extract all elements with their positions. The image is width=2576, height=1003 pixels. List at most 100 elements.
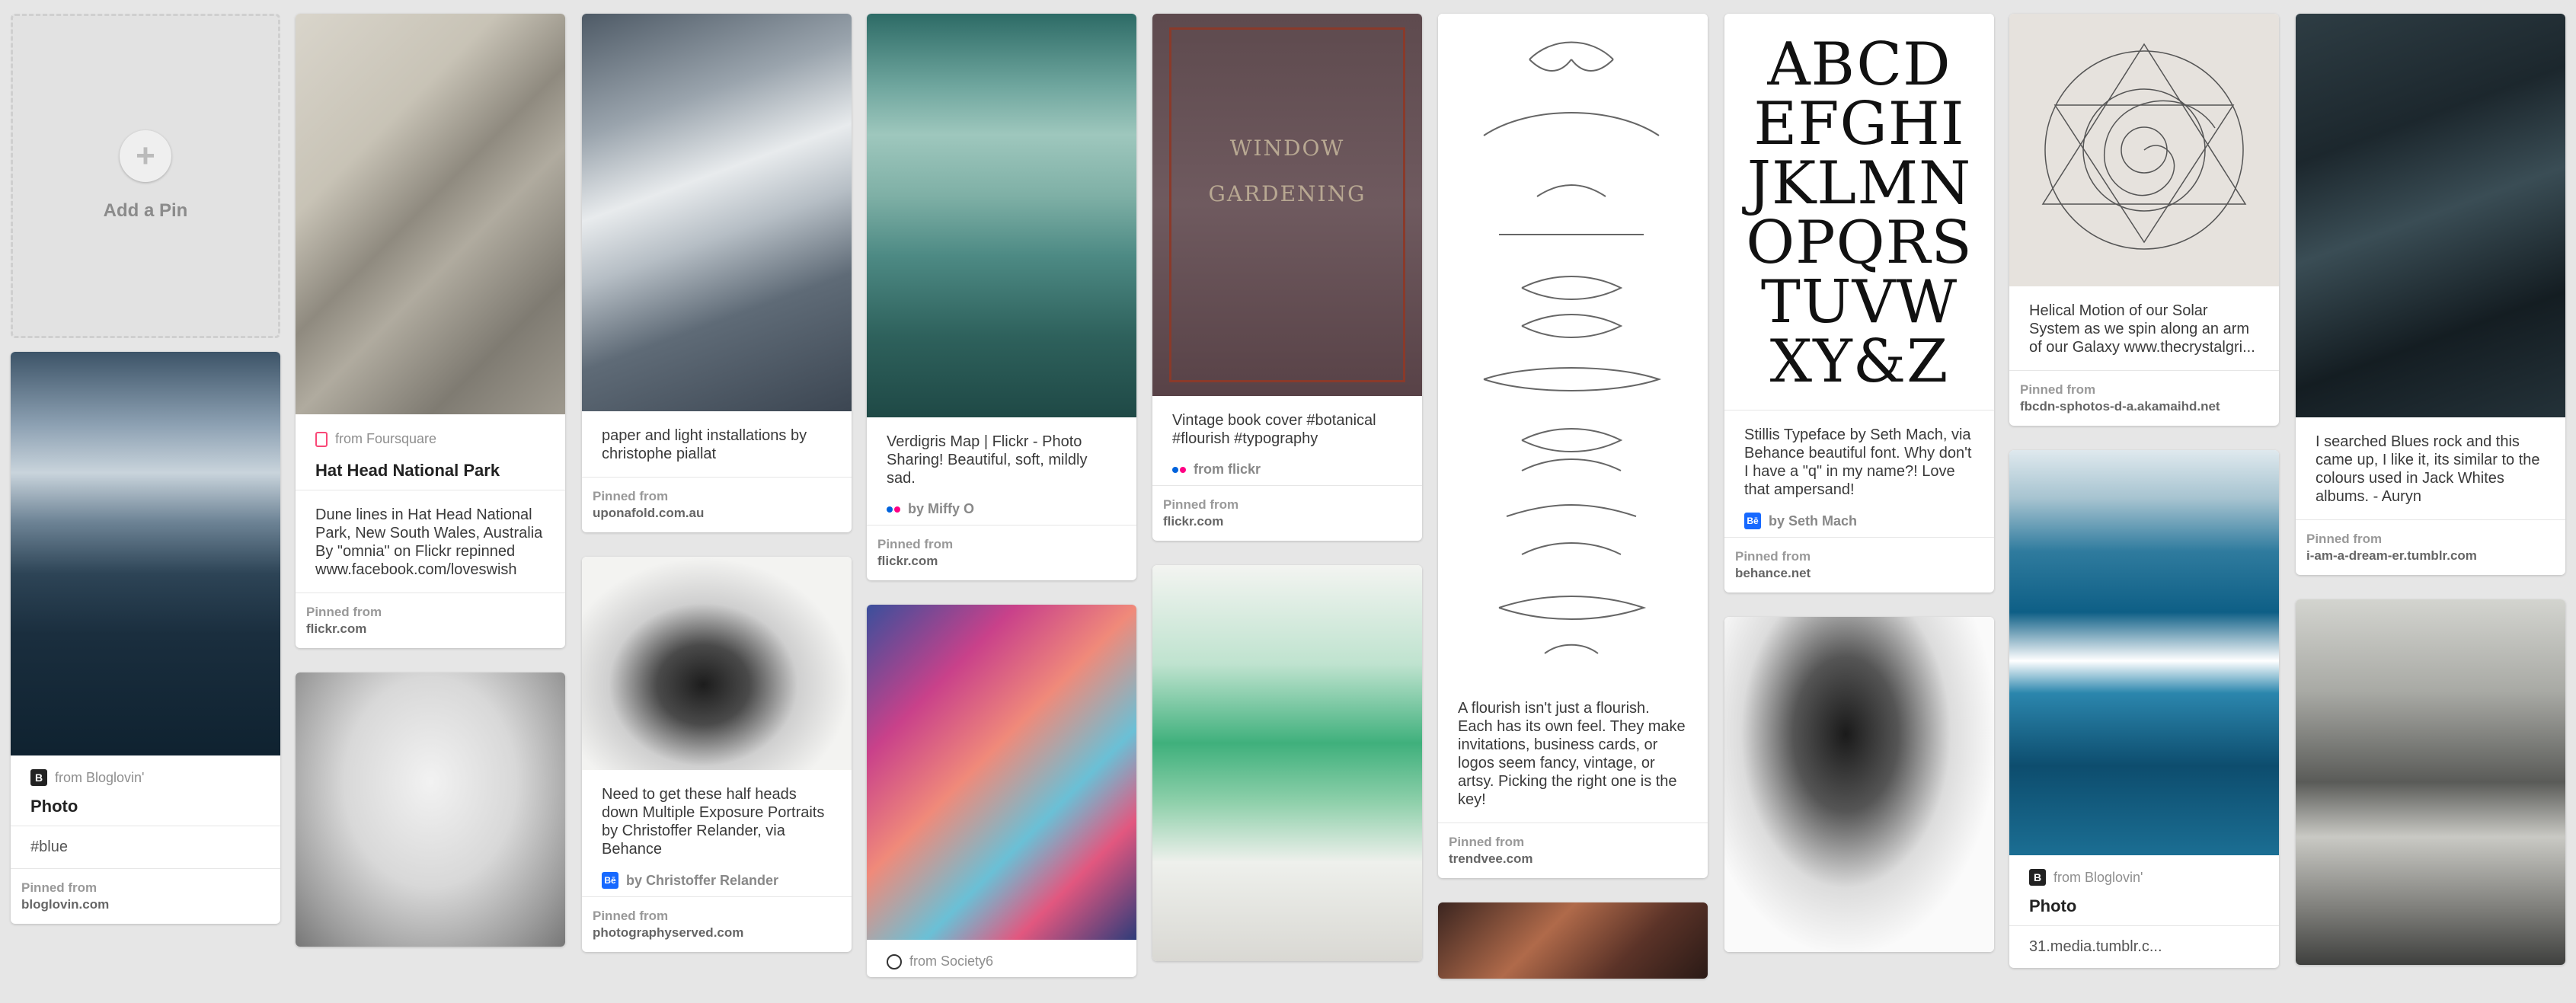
- pinned-from-label: Pinned from: [2306, 532, 2383, 546]
- pin-source: from Foursquare: [296, 414, 565, 455]
- pin-source: from Society6: [867, 940, 1136, 977]
- pin-card-wave[interactable]: B from Bloglovin' Photo 31.media.tumblr.…: [2009, 450, 2279, 968]
- pin-image-multiple-exposure-portrait[interactable]: [582, 557, 852, 770]
- typeface-line: OPQRS: [1746, 209, 1973, 277]
- pin-image-golden-spiral[interactable]: [2009, 14, 2279, 286]
- pin-attribution: Bē by Seth Mach: [1724, 513, 1994, 537]
- pinned-from-domain[interactable]: flickr.com: [1163, 513, 1411, 530]
- pinned-from[interactable]: Pinned from fbcdn-sphotos-d-a.akamaihd.n…: [2009, 370, 2279, 426]
- pin-description: Need to get these half heads down Multip…: [602, 786, 825, 858]
- bloglovin-icon: B: [30, 769, 47, 786]
- pin-card-green-wall[interactable]: [1152, 565, 1422, 961]
- pin-card-ink-portrait[interactable]: [1724, 617, 1994, 952]
- pin-description: paper and light installations by christo…: [602, 427, 807, 462]
- pinned-from[interactable]: Pinned from flickr.com: [1152, 485, 1422, 541]
- pin-image-paper-installation[interactable]: [582, 14, 852, 411]
- pin-image-dark-crumpled-texture[interactable]: [2296, 14, 2565, 417]
- pinned-from[interactable]: Pinned from trendvee.com: [1438, 823, 1708, 878]
- pin-image-ocean-wave[interactable]: [2009, 450, 2279, 855]
- pinned-from-label: Pinned from: [877, 537, 954, 551]
- typeface-line: JKLMN: [1747, 149, 1972, 218]
- pinned-from-domain[interactable]: flickr.com: [877, 553, 1126, 570]
- pinned-from-domain[interactable]: behance.net: [1735, 565, 1983, 582]
- pinned-from-domain[interactable]: trendvee.com: [1449, 851, 1697, 867]
- pin-image-colorful-clouds[interactable]: [867, 605, 1136, 940]
- pinned-from-domain[interactable]: uponafold.com.au: [593, 505, 841, 522]
- pinned-from[interactable]: Pinned from i-am-a-dream-er.tumblr.com: [2296, 519, 2565, 575]
- column-5: WINDOW GARDENING Vintage book cover #bot…: [1152, 14, 1422, 985]
- pin-image-flourishes[interactable]: [1438, 14, 1708, 684]
- pin-image-geometric-pattern[interactable]: [1438, 902, 1708, 979]
- pin-image-vintage-book-cover[interactable]: WINDOW GARDENING: [1152, 14, 1422, 396]
- bloglovin-icon: B: [2029, 869, 2046, 886]
- pinned-from-domain[interactable]: fbcdn-sphotos-d-a.akamaihd.net: [2020, 398, 2268, 415]
- attribution-text[interactable]: by Christoffer Relander: [626, 873, 778, 889]
- pin-title[interactable]: Photo: [11, 794, 280, 826]
- foursquare-icon: [315, 431, 328, 447]
- pin-description: Vintage book cover #botanical #flourish …: [1172, 412, 1376, 447]
- pinned-from-label: Pinned from: [1735, 549, 1811, 564]
- column-1: + Add a Pin B from Bloglovin' Photo #blu…: [11, 14, 280, 948]
- flickr-icon: [887, 506, 900, 513]
- pin-card-blues[interactable]: I searched Blues rock and this came up, …: [2296, 14, 2565, 575]
- cover-title-line-2: GARDENING: [1208, 181, 1366, 206]
- pin-description: Verdigris Map | Flickr - Photo Sharing! …: [887, 433, 1088, 487]
- pin-image-stillis-typeface[interactable]: ABCD EFGHI JKLMN OPQRS TUVW XY&Z: [1724, 14, 1994, 410]
- pin-card-paper[interactable]: paper and light installations by christo…: [582, 14, 852, 532]
- pin-description: A flourish isn't just a flourish. Each h…: [1458, 700, 1686, 808]
- plus-icon: +: [120, 130, 171, 182]
- attribution-text[interactable]: by Seth Mach: [1769, 513, 1857, 529]
- pin-card-flourish[interactable]: A flourish isn't just a flourish. Each h…: [1438, 14, 1708, 878]
- pin-description: I searched Blues rock and this came up, …: [2316, 433, 2540, 505]
- pin-tag[interactable]: #blue: [11, 826, 280, 868]
- pinned-from[interactable]: Pinned from uponafold.com.au: [582, 477, 852, 532]
- pinned-from-label: Pinned from: [306, 605, 382, 619]
- pin-card-verdigris[interactable]: Verdigris Map | Flickr - Photo Sharing! …: [867, 14, 1136, 580]
- pin-description: Helical Motion of our Solar System as we…: [2029, 302, 2255, 356]
- pin-card-half-heads[interactable]: Need to get these half heads down Multip…: [582, 557, 852, 952]
- society6-icon: [887, 953, 902, 969]
- pin-attribution: by Miffy O: [867, 501, 1136, 525]
- pinned-from-label: Pinned from: [1449, 835, 1525, 849]
- pinned-from-domain[interactable]: bloglovin.com: [21, 896, 270, 913]
- pin-title[interactable]: Photo: [2009, 893, 2279, 925]
- pin-card-book[interactable]: WINDOW GARDENING Vintage book cover #bot…: [1152, 14, 1422, 541]
- attribution-text[interactable]: from flickr: [1194, 462, 1261, 478]
- pin-image-city-double-exposure[interactable]: [2296, 599, 2565, 965]
- column-9: I searched Blues rock and this came up, …: [2296, 14, 2565, 989]
- pin-image-ink-portrait[interactable]: [1724, 617, 1994, 952]
- pin-card-society6[interactable]: from Society6: [867, 605, 1136, 977]
- source-text: from Society6: [909, 953, 994, 969]
- pinned-from-label: Pinned from: [593, 909, 669, 923]
- pinned-from-label: Pinned from: [1163, 497, 1239, 512]
- pin-image-stormy-sea[interactable]: [11, 352, 280, 755]
- pin-card-city-face[interactable]: [2296, 599, 2565, 965]
- pinned-from[interactable]: Pinned from photographyserved.com: [582, 896, 852, 952]
- pinned-from-domain[interactable]: flickr.com: [306, 621, 555, 637]
- pinned-from-domain[interactable]: photographyserved.com: [593, 925, 841, 941]
- pin-image-foggy-city[interactable]: [296, 672, 565, 947]
- column-8: Helical Motion of our Solar System as we…: [2009, 14, 2279, 992]
- pin-title[interactable]: Hat Head National Park: [296, 455, 565, 490]
- spiral-drawing: [2041, 43, 2247, 250]
- pin-image-green-watercolor-wall[interactable]: [1152, 565, 1422, 961]
- pinned-from[interactable]: Pinned from behance.net: [1724, 537, 1994, 593]
- pin-card-storm[interactable]: B from Bloglovin' Photo #blue Pinned fro…: [11, 352, 280, 924]
- pinned-from-domain[interactable]: i-am-a-dream-er.tumblr.com: [2306, 548, 2555, 564]
- pin-card-geometric[interactable]: [1438, 902, 1708, 979]
- pin-card-helical[interactable]: Helical Motion of our Solar System as we…: [2009, 14, 2279, 426]
- pin-image-sand-dune[interactable]: [296, 14, 565, 414]
- pinned-from[interactable]: Pinned from bloglovin.com: [11, 868, 280, 924]
- pin-card-typeface[interactable]: ABCD EFGHI JKLMN OPQRS TUVW XY&Z Stillis…: [1724, 14, 1994, 593]
- pinned-from[interactable]: Pinned from flickr.com: [867, 525, 1136, 580]
- column-3: paper and light installations by christo…: [582, 14, 852, 976]
- behance-icon: Bē: [602, 872, 618, 889]
- attribution-text[interactable]: by Miffy O: [908, 501, 974, 517]
- pinned-from[interactable]: Pinned from flickr.com: [296, 593, 565, 648]
- pin-card-foggy-city[interactable]: [296, 672, 565, 947]
- pin-image-verdigris-map[interactable]: [867, 14, 1136, 417]
- pin-card-dune[interactable]: from Foursquare Hat Head National Park D…: [296, 14, 565, 648]
- pin-tag[interactable]: 31.media.tumblr.c...: [2009, 925, 2279, 968]
- add-pin-label: Add a Pin: [103, 200, 188, 221]
- add-pin-button[interactable]: + Add a Pin: [11, 14, 280, 338]
